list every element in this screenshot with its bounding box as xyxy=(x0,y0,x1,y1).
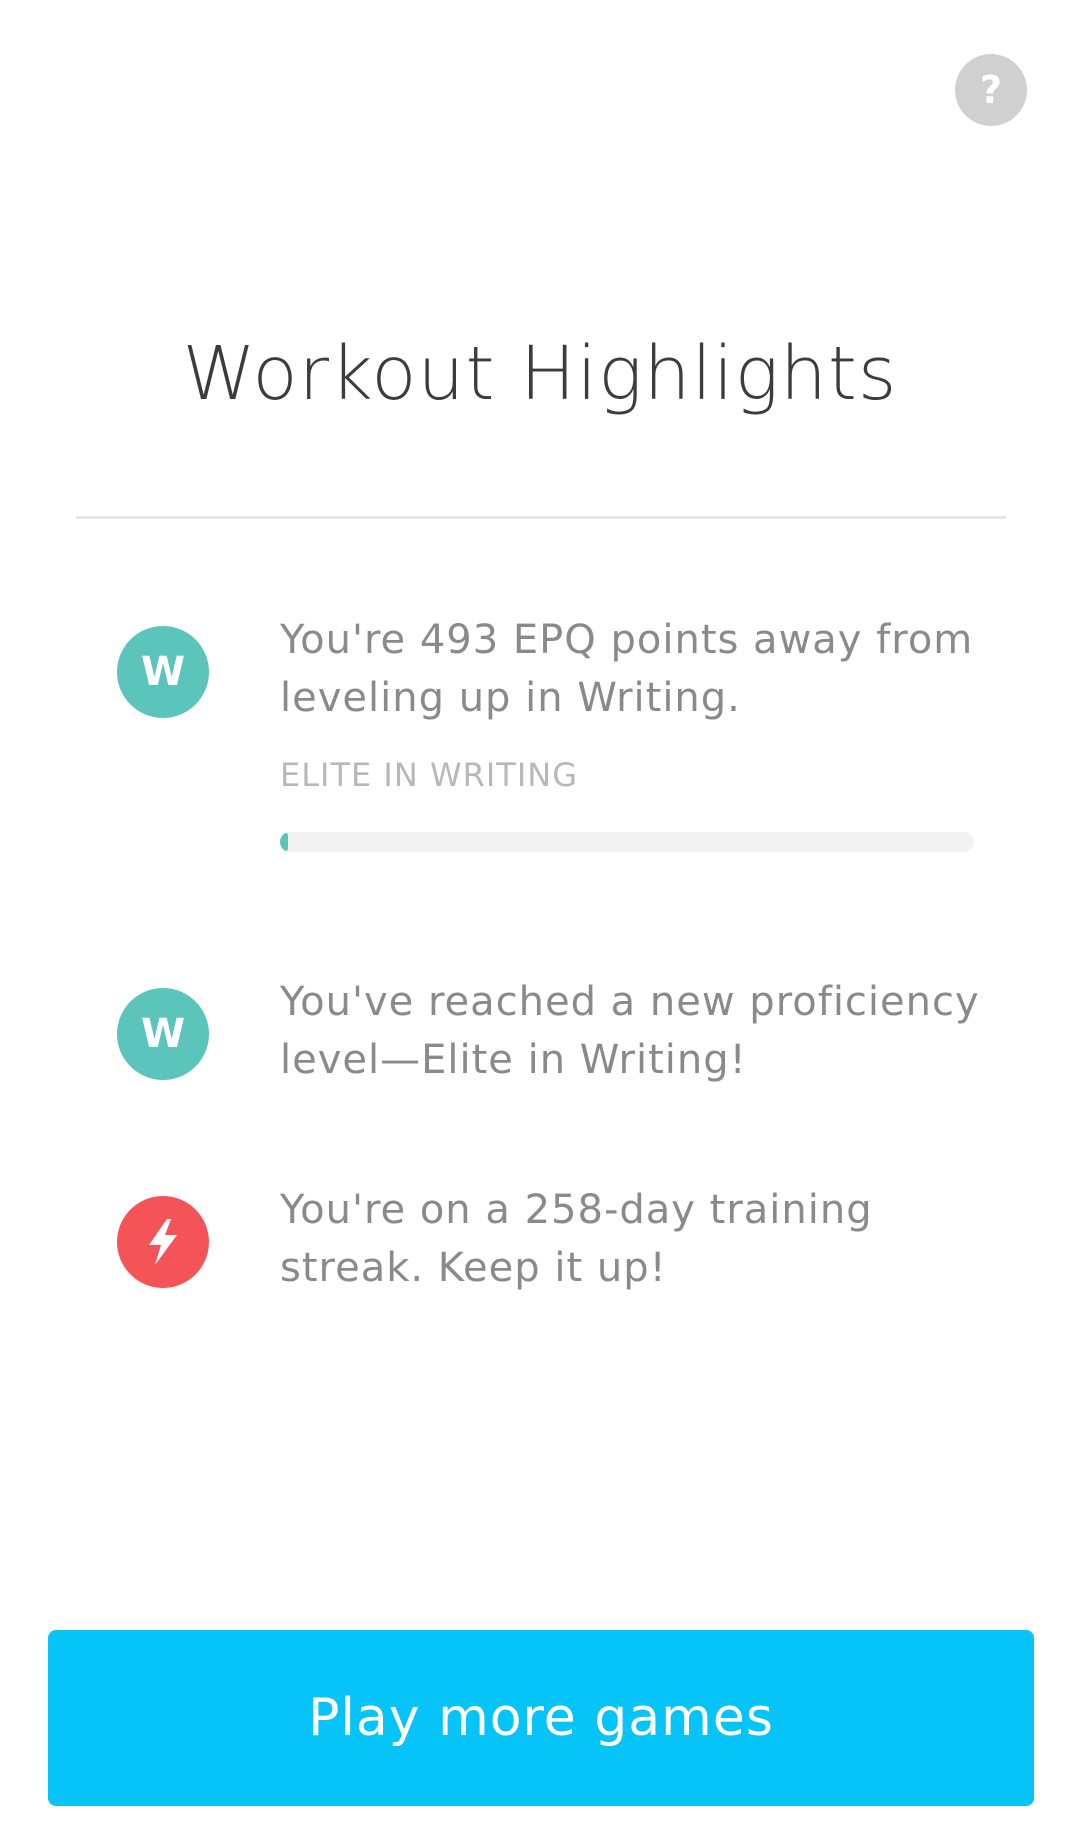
highlight-text: You've reached a new proficiency level—E… xyxy=(280,979,980,1083)
question-mark-icon: ? xyxy=(979,68,1003,112)
writing-badge-icon: W xyxy=(117,626,209,718)
play-more-games-label: Play more games xyxy=(308,1688,774,1748)
badge-letter: W xyxy=(140,1011,186,1057)
highlight-text: You're on a 258-day training streak. Kee… xyxy=(280,1187,873,1291)
workout-highlights-screen: ? Workout Highlights W You're 493 EPQ po… xyxy=(0,0,1080,1848)
progress-bar-fill xyxy=(280,832,288,852)
play-more-games-button[interactable]: Play more games xyxy=(48,1630,1034,1806)
divider xyxy=(76,516,1006,519)
progress-label: ELITE IN WRITING xyxy=(280,756,578,794)
badge-letter: W xyxy=(140,649,186,695)
progress-bar xyxy=(280,832,974,852)
lightning-bolt-icon xyxy=(117,1196,209,1288)
lightning-bolt-glyph xyxy=(149,1219,177,1265)
writing-badge-icon: W xyxy=(117,988,209,1080)
help-button[interactable]: ? xyxy=(955,54,1027,126)
page-title: Workout Highlights xyxy=(182,331,898,417)
highlight-text: You're 493 EPQ points away from leveling… xyxy=(280,617,974,721)
